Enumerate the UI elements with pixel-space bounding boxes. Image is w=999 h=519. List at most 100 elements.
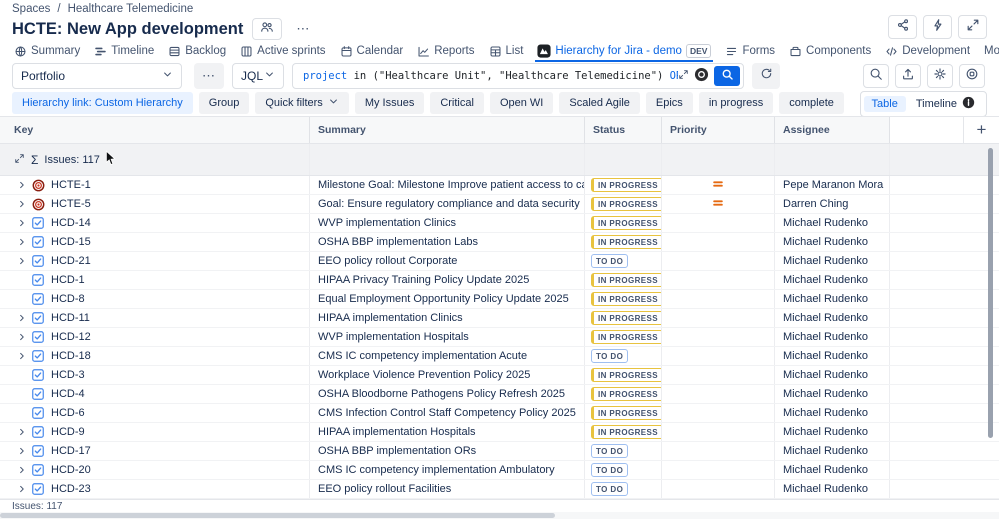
expand-chevron-icon[interactable] bbox=[14, 237, 30, 247]
status-cell[interactable]: IN PROGRESS bbox=[585, 233, 662, 251]
filter-chip-group[interactable]: Group bbox=[198, 92, 250, 114]
table-row[interactable]: HCD-12 WVP implementation Hospitals IN P… bbox=[0, 328, 999, 347]
status-cell[interactable]: TO DO bbox=[585, 480, 662, 498]
summary-cell[interactable]: OSHA Bloodborne Pathogens Policy Refresh… bbox=[310, 385, 585, 403]
summary-cell[interactable]: CMS IC competency implementation Ambulat… bbox=[310, 461, 585, 479]
assignee-cell[interactable]: Michael Rudenko bbox=[775, 214, 890, 232]
assignee-cell[interactable]: Michael Rudenko bbox=[775, 309, 890, 327]
assignee-cell[interactable]: Michael Rudenko bbox=[775, 328, 890, 346]
tab-calendar[interactable]: Calendar bbox=[338, 42, 406, 62]
expand-chevron-icon[interactable] bbox=[14, 199, 30, 209]
priority-cell[interactable] bbox=[662, 423, 775, 441]
hierarchy-link-chip[interactable]: Hierarchy link: Custom Hierarchy bbox=[12, 92, 193, 114]
status-cell[interactable]: IN PROGRESS bbox=[585, 271, 662, 289]
column-header-summary[interactable]: Summary bbox=[310, 117, 585, 143]
status-cell[interactable]: IN PROGRESS bbox=[585, 328, 662, 346]
assignee-cell[interactable]: Michael Rudenko bbox=[775, 442, 890, 460]
summary-cell[interactable]: Equal Employment Opportunity Policy Upda… bbox=[310, 290, 585, 308]
filter-chip-critical[interactable]: Critical bbox=[430, 92, 484, 114]
tab-summary[interactable]: Summary bbox=[12, 42, 82, 62]
summary-cell[interactable]: WVP implementation Clinics bbox=[310, 214, 585, 232]
expand-chevron-icon[interactable] bbox=[14, 218, 30, 228]
priority-cell[interactable] bbox=[662, 366, 775, 384]
status-cell[interactable]: IN PROGRESS bbox=[585, 214, 662, 232]
expand-editor-icon[interactable] bbox=[678, 69, 689, 83]
bolt-button[interactable] bbox=[923, 15, 952, 39]
view-select[interactable]: Portfolio bbox=[12, 63, 182, 89]
expand-button[interactable] bbox=[958, 15, 987, 39]
table-row[interactable]: HCD-9 HIPAA implementation Hospitals IN … bbox=[0, 423, 999, 442]
tab-more[interactable]: More6 bbox=[982, 42, 999, 62]
assignee-cell[interactable]: Michael Rudenko bbox=[775, 233, 890, 251]
issue-key[interactable]: HCD-1 bbox=[51, 274, 85, 286]
summary-cell[interactable]: EEO policy rollout Facilities bbox=[310, 480, 585, 498]
table-row[interactable]: HCD-4 OSHA Bloodborne Pathogens Policy R… bbox=[0, 385, 999, 404]
assignee-cell[interactable]: Michael Rudenko bbox=[775, 347, 890, 365]
expand-chevron-icon[interactable] bbox=[14, 256, 30, 266]
search-button[interactable] bbox=[863, 64, 889, 88]
assignee-cell[interactable]: Michael Rudenko bbox=[775, 423, 890, 441]
share-button[interactable] bbox=[888, 15, 917, 39]
add-column-button[interactable]: + bbox=[963, 117, 999, 143]
table-row[interactable]: HCD-23 EEO policy rollout Facilities TO … bbox=[0, 480, 999, 499]
issue-key[interactable]: HCD-8 bbox=[51, 293, 85, 305]
horizontal-scrollbar-thumb[interactable] bbox=[0, 513, 555, 518]
table-row[interactable]: HCTE-1 Milestone Goal: Milestone Improve… bbox=[0, 176, 999, 195]
status-cell[interactable]: TO DO bbox=[585, 461, 662, 479]
issue-key[interactable]: HCD-21 bbox=[51, 255, 91, 267]
expand-chevron-icon[interactable] bbox=[14, 427, 30, 437]
expand-chevron-icon[interactable] bbox=[14, 313, 30, 323]
tab-timeline[interactable]: Timeline bbox=[92, 42, 156, 62]
collaborators-button[interactable] bbox=[252, 18, 283, 40]
priority-cell[interactable] bbox=[662, 252, 775, 270]
vertical-scrollbar-thumb[interactable] bbox=[988, 148, 993, 438]
priority-cell[interactable] bbox=[662, 176, 775, 194]
table-row[interactable]: HCD-6 CMS Infection Control Staff Compet… bbox=[0, 404, 999, 423]
tab-backlog[interactable]: Backlog bbox=[166, 42, 228, 62]
issue-key[interactable]: HCD-18 bbox=[51, 350, 91, 362]
priority-cell[interactable] bbox=[662, 290, 775, 308]
tab-forms[interactable]: Forms bbox=[723, 42, 777, 62]
column-header-key[interactable]: Key bbox=[0, 117, 310, 143]
summary-cell[interactable]: Goal: Ensure regulatory compliance and d… bbox=[310, 195, 585, 213]
filter-chip-scaled-agile[interactable]: Scaled Agile bbox=[559, 92, 640, 114]
priority-cell[interactable] bbox=[662, 404, 775, 422]
view-toggle-table[interactable]: Table bbox=[863, 96, 906, 112]
table-row[interactable]: HCD-17 OSHA BBP implementation ORs TO DO… bbox=[0, 442, 999, 461]
status-cell[interactable]: IN PROGRESS bbox=[585, 404, 662, 422]
summary-cell[interactable]: Workplace Violence Prevention Policy 202… bbox=[310, 366, 585, 384]
priority-cell[interactable] bbox=[662, 461, 775, 479]
status-cell[interactable]: TO DO bbox=[585, 347, 662, 365]
priority-cell[interactable] bbox=[662, 328, 775, 346]
priority-cell[interactable] bbox=[662, 195, 775, 213]
expand-chevron-icon[interactable] bbox=[14, 351, 30, 361]
target-button[interactable] bbox=[959, 64, 985, 88]
assignee-cell[interactable]: Michael Rudenko bbox=[775, 271, 890, 289]
table-row[interactable]: HCD-15 OSHA BBP implementation Labs IN P… bbox=[0, 233, 999, 252]
expand-chevron-icon[interactable] bbox=[14, 446, 30, 456]
column-header-status[interactable]: Status bbox=[585, 117, 662, 143]
priority-cell[interactable] bbox=[662, 442, 775, 460]
assignee-cell[interactable]: Michael Rudenko bbox=[775, 252, 890, 270]
view-toggle-timeline[interactable]: Timeline bbox=[908, 94, 983, 114]
table-row[interactable]: HCD-14 WVP implementation Clinics IN PRO… bbox=[0, 214, 999, 233]
table-row[interactable]: HCD-21 EEO policy rollout Corporate TO D… bbox=[0, 252, 999, 271]
table-row[interactable]: HCTE-5 Goal: Ensure regulatory complianc… bbox=[0, 195, 999, 214]
priority-cell[interactable] bbox=[662, 233, 775, 251]
assignee-cell[interactable]: Michael Rudenko bbox=[775, 385, 890, 403]
priority-cell[interactable] bbox=[662, 385, 775, 403]
assignee-cell[interactable]: Michael Rudenko bbox=[775, 404, 890, 422]
summary-cell[interactable]: EEO policy rollout Corporate bbox=[310, 252, 585, 270]
summary-cell[interactable]: OSHA BBP implementation Labs bbox=[310, 233, 585, 251]
table-row[interactable]: HCD-8 Equal Employment Opportunity Polic… bbox=[0, 290, 999, 309]
status-cell[interactable]: IN PROGRESS bbox=[585, 385, 662, 403]
assignee-cell[interactable]: Michael Rudenko bbox=[775, 461, 890, 479]
table-row[interactable]: HCD-20 CMS IC competency implementation … bbox=[0, 461, 999, 480]
priority-cell[interactable] bbox=[662, 271, 775, 289]
status-cell[interactable]: IN PROGRESS bbox=[585, 290, 662, 308]
priority-cell[interactable] bbox=[662, 347, 775, 365]
summary-cell[interactable]: WVP implementation Hospitals bbox=[310, 328, 585, 346]
table-row[interactable]: HCD-1 HIPAA Privacy Training Policy Upda… bbox=[0, 271, 999, 290]
column-header-assignee[interactable]: Assignee bbox=[775, 117, 890, 143]
status-cell[interactable]: IN PROGRESS bbox=[585, 366, 662, 384]
